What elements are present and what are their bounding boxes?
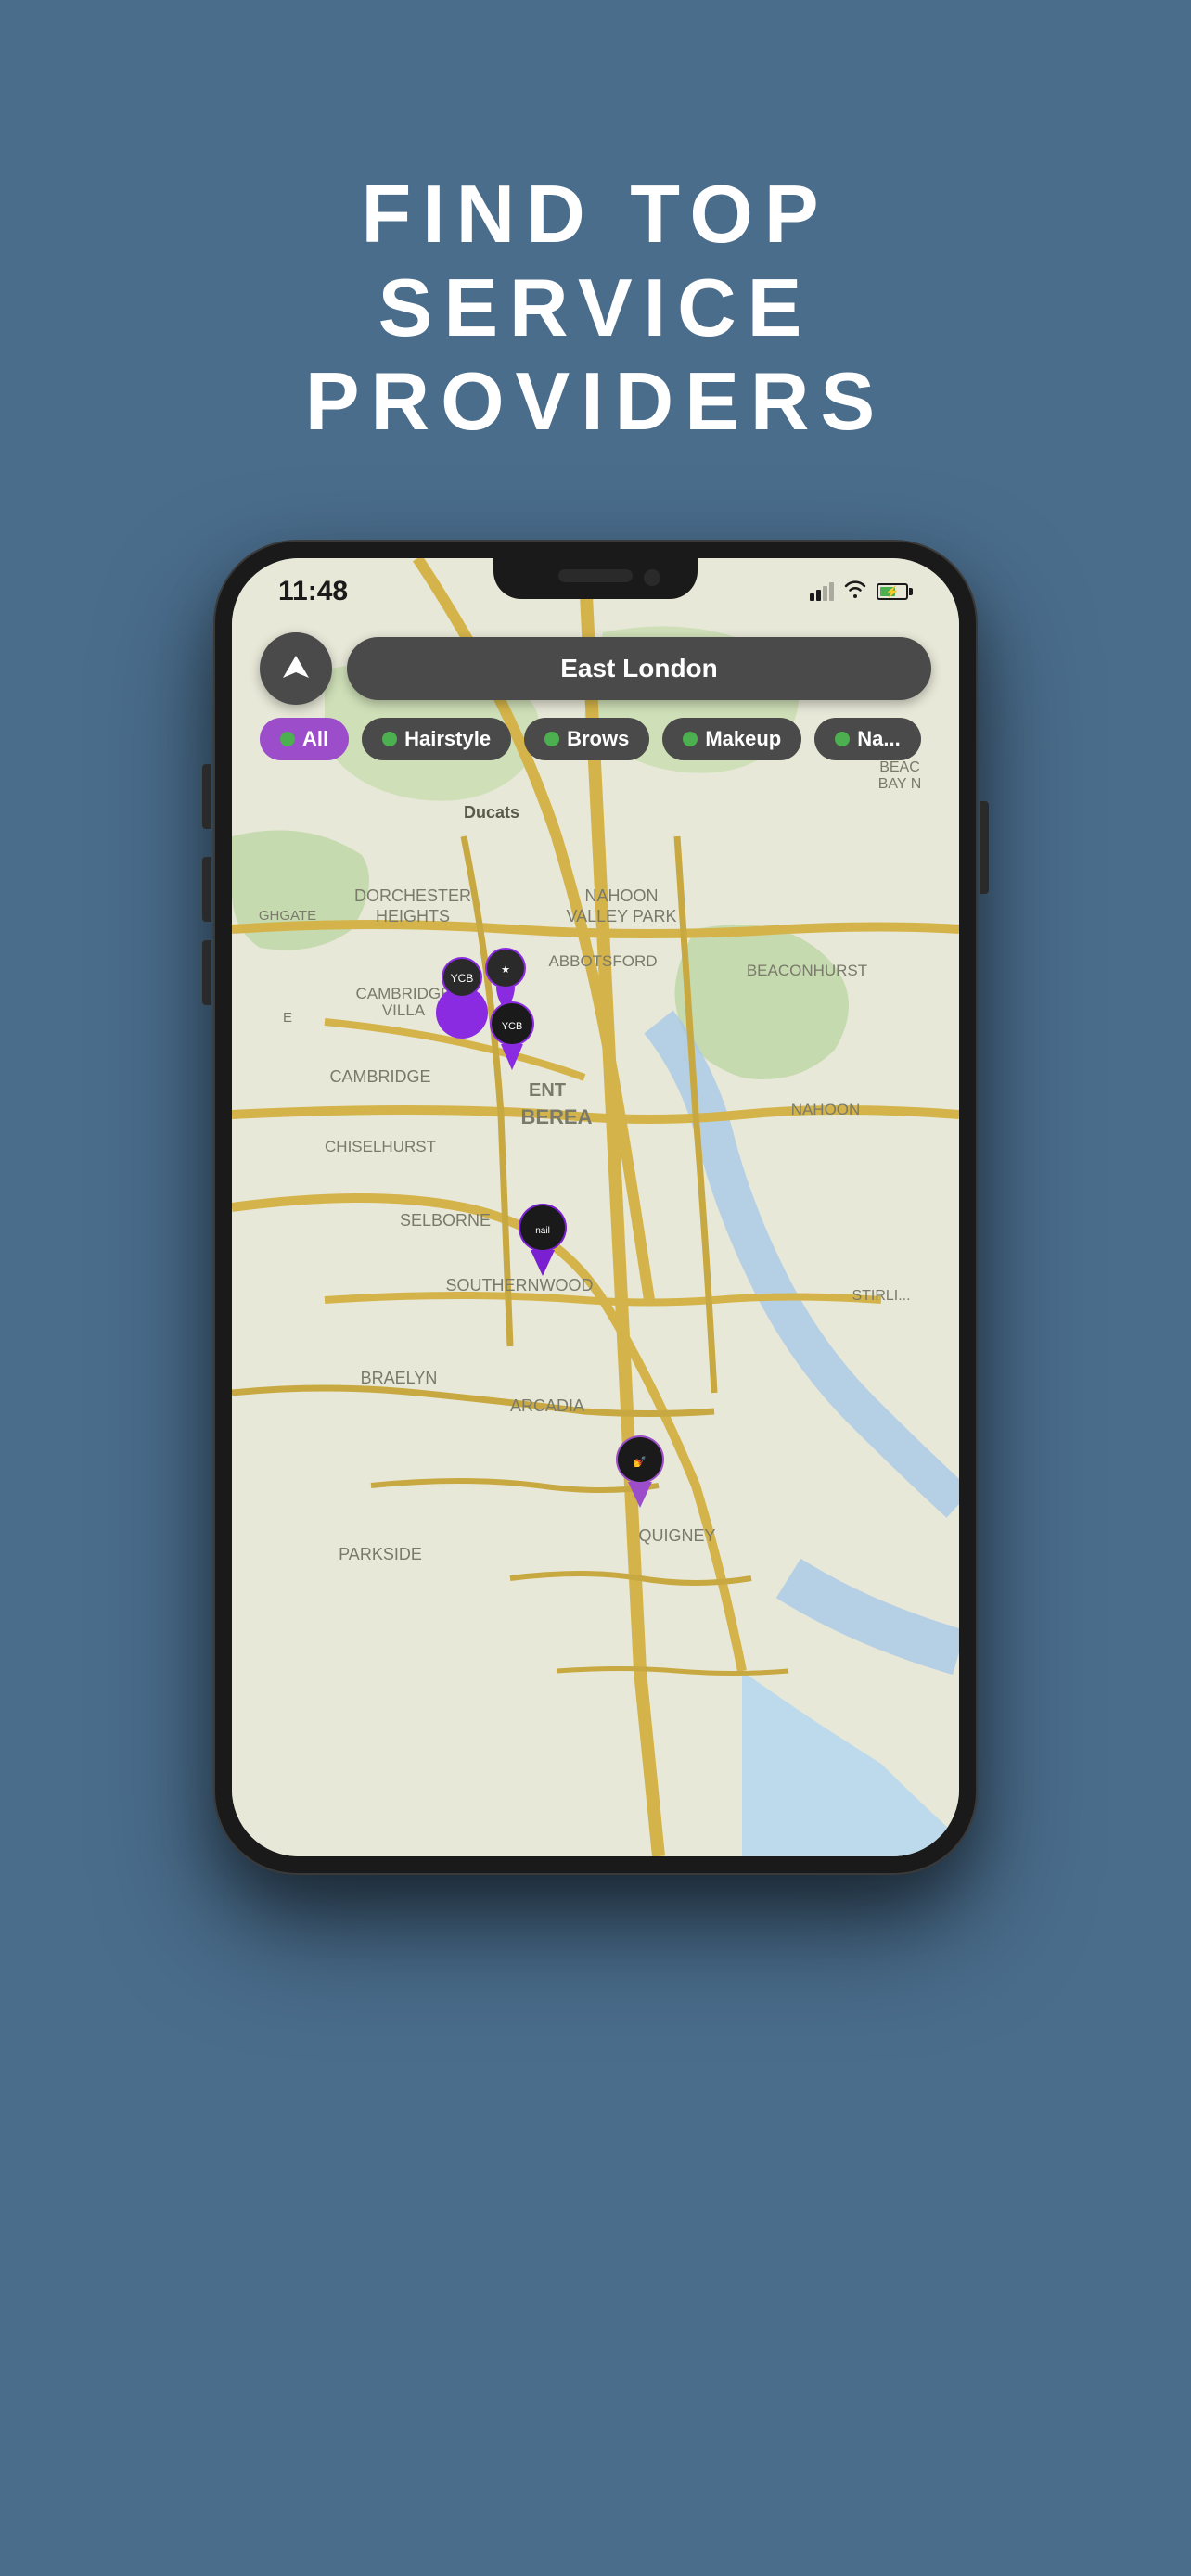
svg-text:YCB: YCB xyxy=(502,1021,523,1032)
svg-text:E: E xyxy=(283,1010,292,1026)
chip-makeup-label: Makeup xyxy=(705,727,781,751)
svg-text:★: ★ xyxy=(501,964,510,976)
svg-text:QUIGNEY: QUIGNEY xyxy=(638,1526,715,1545)
svg-text:NAHOON: NAHOON xyxy=(791,1101,861,1118)
svg-text:ARCADIA: ARCADIA xyxy=(510,1396,584,1415)
notch xyxy=(493,558,698,599)
chip-brows-label: Brows xyxy=(567,727,629,751)
chip-hairstyle[interactable]: Hairstyle xyxy=(362,718,511,760)
chip-nails-label: Na... xyxy=(857,727,900,751)
chip-dot-all xyxy=(280,732,295,746)
phone-screen: 11:48 ⚡ xyxy=(232,558,959,1856)
svg-text:💅: 💅 xyxy=(634,1456,647,1468)
wifi-icon xyxy=(843,580,867,604)
svg-text:CAMBRIDGE: CAMBRIDGE xyxy=(356,985,452,1002)
phone-frame: 11:48 ⚡ xyxy=(215,542,976,1873)
svg-text:PARKSIDE: PARKSIDE xyxy=(339,1545,422,1563)
chip-brows[interactable]: Brows xyxy=(524,718,649,760)
battery-icon: ⚡ xyxy=(877,583,913,600)
location-label[interactable]: East London xyxy=(347,637,931,700)
location-button[interactable] xyxy=(260,632,332,705)
svg-text:GHGATE: GHGATE xyxy=(259,908,316,924)
status-icons: ⚡ xyxy=(810,580,913,604)
svg-text:SELBORNE: SELBORNE xyxy=(400,1211,491,1230)
svg-text:BEAC: BEAC xyxy=(879,759,920,775)
svg-text:VALLEY PARK: VALLEY PARK xyxy=(566,907,676,925)
svg-text:HEIGHTS: HEIGHTS xyxy=(376,907,450,925)
svg-text:BAY N: BAY N xyxy=(878,776,922,792)
filter-chips: All Hairstyle Brows Makeup xyxy=(232,718,959,760)
chip-nails[interactable]: Na... xyxy=(814,718,920,760)
chip-dot-nails xyxy=(835,732,850,746)
chip-hairstyle-label: Hairstyle xyxy=(404,727,491,751)
volume-up-button xyxy=(202,857,211,922)
notch-camera xyxy=(644,569,660,586)
svg-text:ENT: ENT xyxy=(529,1080,566,1101)
notch-speaker xyxy=(558,569,633,582)
hero-headline: FIND TOP SERVICE PROVIDERS xyxy=(231,167,960,449)
svg-text:CHISELHURST: CHISELHURST xyxy=(325,1138,436,1155)
chip-dot-hairstyle xyxy=(382,732,397,746)
svg-text:BRAELYN: BRAELYN xyxy=(361,1369,438,1387)
map-controls: East London xyxy=(232,632,959,705)
svg-text:Ducats: Ducats xyxy=(464,803,519,822)
chip-all[interactable]: All xyxy=(260,718,349,760)
status-time: 11:48 xyxy=(278,576,348,607)
svg-text:SOUTHERNWOOD: SOUTHERNWOOD xyxy=(446,1276,594,1294)
svg-text:CAMBRIDGE: CAMBRIDGE xyxy=(329,1067,430,1086)
chip-all-label: All xyxy=(302,727,328,751)
svg-text:ABBOTSFORD: ABBOTSFORD xyxy=(548,952,657,970)
map-area: DORCHESTER HEIGHTS NAHOON VALLEY PARK AB… xyxy=(232,558,959,1856)
volume-down-button xyxy=(202,940,211,1005)
signal-icon xyxy=(810,582,834,601)
chip-makeup[interactable]: Makeup xyxy=(662,718,801,760)
svg-text:STIRLI...: STIRLI... xyxy=(852,1288,910,1304)
chip-dot-makeup xyxy=(683,732,698,746)
svg-text:NAHOON: NAHOON xyxy=(584,886,658,905)
phone-mockup: 11:48 ⚡ xyxy=(215,542,976,1873)
svg-text:VILLA: VILLA xyxy=(382,1001,426,1019)
chip-dot-brows xyxy=(544,732,559,746)
svg-text:BEACONHURST: BEACONHURST xyxy=(747,962,867,979)
svg-text:BEREA: BEREA xyxy=(520,1105,592,1129)
svg-text:YCB: YCB xyxy=(451,972,474,985)
svg-text:nail: nail xyxy=(535,1226,550,1236)
svg-text:DORCHESTER: DORCHESTER xyxy=(354,886,471,905)
